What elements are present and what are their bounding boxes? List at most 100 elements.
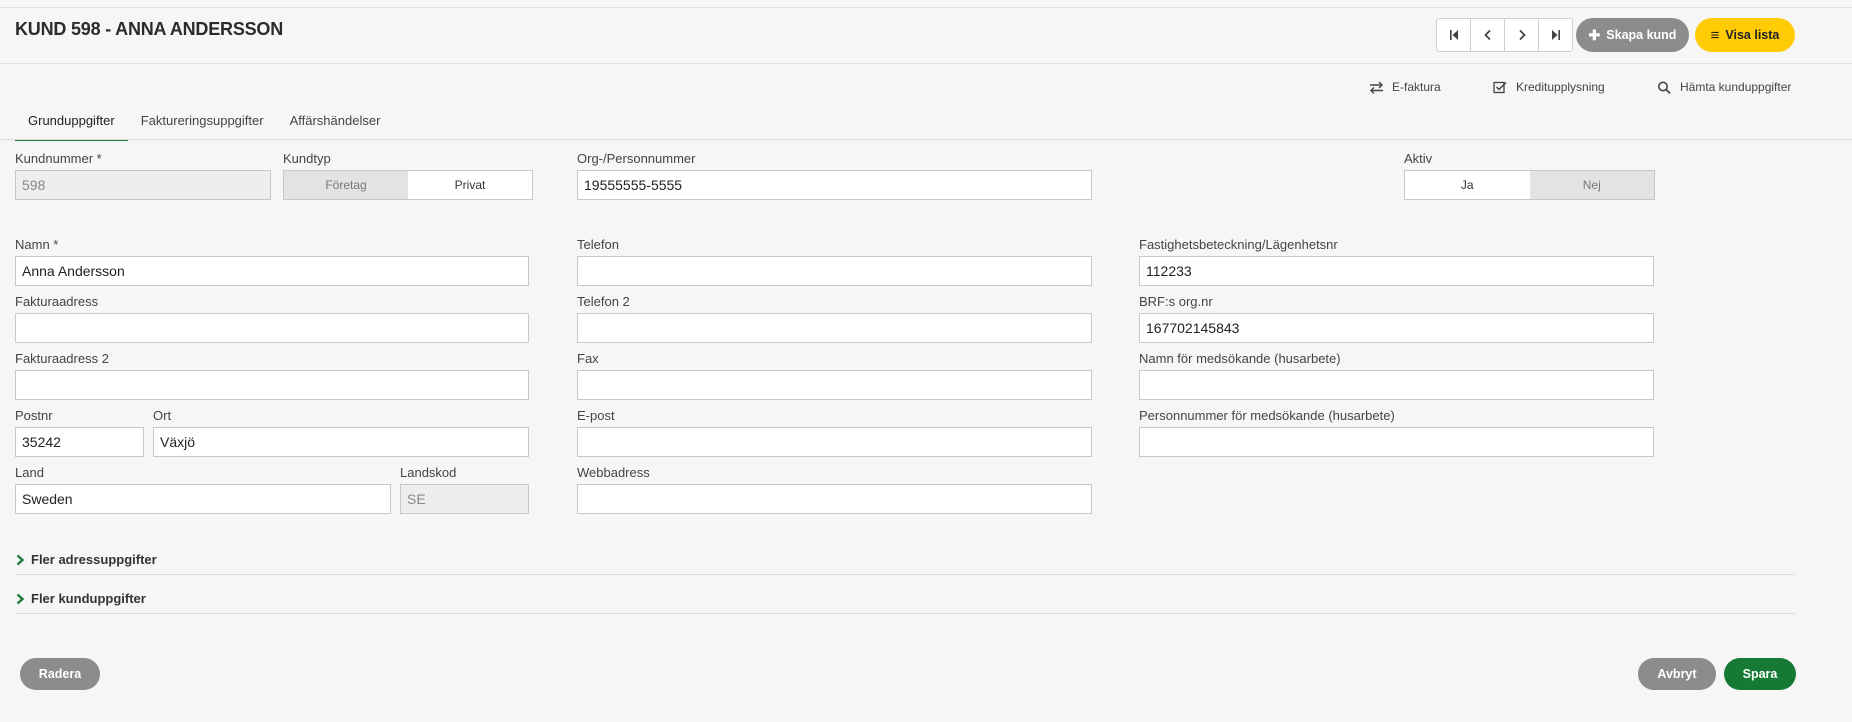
namn-label: Namn *: [15, 237, 59, 252]
more-customer-label: Fler kunduppgifter: [31, 591, 146, 606]
aktiv-group: Aktiv Ja Nej: [1404, 151, 1655, 200]
orgnr-group: Org-/Personnummer: [577, 151, 1092, 200]
brf-orgnr-group: BRF:s org.nr: [1139, 294, 1654, 343]
telefon-label: Telefon: [577, 237, 619, 252]
checkbox-icon: [1493, 81, 1507, 93]
webbadress-field[interactable]: [577, 484, 1092, 514]
fax-group: Fax: [577, 351, 1092, 400]
kundtyp-label: Kundtyp: [283, 151, 331, 166]
medsokande-namn-group: Namn för medsökande (husarbete): [1139, 351, 1654, 400]
telefon2-label: Telefon 2: [577, 294, 630, 309]
fastighet-field[interactable]: [1139, 256, 1654, 286]
postnr-label: Postnr: [15, 408, 53, 423]
kundtyp-toggle: Företag Privat: [283, 170, 533, 200]
more-customer-section[interactable]: Fler kunduppgifter: [15, 591, 1795, 614]
ort-group: Ort: [153, 408, 529, 457]
first-record-button[interactable]: [1437, 19, 1471, 51]
fax-label: Fax: [577, 351, 599, 366]
top-border: [0, 7, 1852, 8]
ort-label: Ort: [153, 408, 172, 423]
land-label: Land: [15, 465, 44, 480]
fakturaadress-field[interactable]: [15, 313, 529, 343]
aktiv-ja-option[interactable]: Ja: [1405, 171, 1530, 199]
more-address-label: Fler adressuppgifter: [31, 552, 157, 567]
skip-last-icon: [1551, 30, 1560, 40]
efaktura-action[interactable]: E-faktura: [1369, 80, 1441, 94]
epost-label: E-post: [577, 408, 615, 423]
fastighet-group: Fastighetsbeteckning/Lägenhetsnr: [1139, 237, 1654, 286]
webbadress-group: Webbadress: [577, 465, 1092, 514]
last-record-button[interactable]: [1539, 19, 1572, 51]
telefon-field[interactable]: [577, 256, 1092, 286]
skip-first-icon: [1449, 30, 1458, 40]
webbadress-label: Webbadress: [577, 465, 650, 480]
list-icon: ≡: [1710, 26, 1720, 44]
telefon2-field[interactable]: [577, 313, 1092, 343]
fakturaadress-label: Fakturaadress: [15, 294, 99, 309]
delete-button[interactable]: Radera: [20, 658, 100, 690]
telefon-group: Telefon: [577, 237, 1092, 286]
tab-grunduppgifter[interactable]: Grunduppgifter: [15, 108, 128, 141]
epost-group: E-post: [577, 408, 1092, 457]
next-record-button[interactable]: [1505, 19, 1539, 51]
show-list-button[interactable]: ≡ Visa lista: [1695, 18, 1795, 52]
page-title: KUND 598 - ANNA ANDERSSON: [15, 19, 284, 39]
medsokande-namn-label: Namn för medsökande (husarbete): [1139, 351, 1341, 366]
medsokande-pnr-group: Personnummer för medsökande (husarbete): [1139, 408, 1654, 457]
landskod-label: Landskod: [400, 465, 457, 480]
fakturaadress2-field[interactable]: [15, 370, 529, 400]
landskod-field[interactable]: [400, 484, 529, 514]
postnr-field[interactable]: [15, 427, 144, 457]
namn-field[interactable]: [15, 256, 529, 286]
aktiv-toggle: Ja Nej: [1404, 170, 1655, 200]
more-address-section[interactable]: Fler adressuppgifter: [15, 552, 1795, 575]
credit-check-action[interactable]: Kreditupplysning: [1493, 80, 1605, 94]
fax-field[interactable]: [577, 370, 1092, 400]
kundtyp-privat-option[interactable]: Privat: [408, 171, 532, 199]
brf-orgnr-label: BRF:s org.nr: [1139, 294, 1213, 309]
medsokande-pnr-label: Personnummer för medsökande (husarbete): [1139, 408, 1395, 423]
kundtyp-foretag-option[interactable]: Företag: [284, 171, 408, 199]
create-customer-button[interactable]: ✚ Skapa kund: [1576, 18, 1689, 52]
fetch-customer-action[interactable]: Hämta kunduppgifter: [1657, 80, 1791, 94]
epost-field[interactable]: [577, 427, 1092, 457]
kundnummer-field[interactable]: [15, 170, 271, 200]
fakturaadress2-label: Fakturaadress 2: [15, 351, 109, 366]
namn-group: Namn *: [15, 237, 529, 286]
fakturaadress2-group: Fakturaadress 2: [15, 351, 529, 400]
cancel-button[interactable]: Avbryt: [1638, 658, 1716, 690]
chevron-right-icon: [1518, 29, 1526, 41]
telefon2-group: Telefon 2: [577, 294, 1092, 343]
brf-orgnr-field[interactable]: [1139, 313, 1654, 343]
fakturaadress-group: Fakturaadress: [15, 294, 529, 343]
aktiv-label: Aktiv: [1404, 151, 1433, 166]
ort-field[interactable]: [153, 427, 529, 457]
land-group: Land: [15, 465, 391, 514]
efaktura-label: E-faktura: [1392, 80, 1441, 94]
save-button[interactable]: Spara: [1724, 658, 1796, 690]
previous-record-button[interactable]: [1471, 19, 1505, 51]
chevron-right-icon: [16, 554, 25, 566]
landskod-group: Landskod: [400, 465, 529, 514]
postnr-group: Postnr: [15, 408, 144, 457]
search-icon: [1658, 81, 1671, 94]
fastighet-label: Fastighetsbeteckning/Lägenhetsnr: [1139, 237, 1338, 252]
medsokande-pnr-field[interactable]: [1139, 427, 1654, 457]
fetch-customer-label: Hämta kunduppgifter: [1680, 80, 1792, 94]
aktiv-nej-option[interactable]: Nej: [1529, 171, 1654, 199]
kundnummer-group: Kundnummer *: [15, 151, 271, 200]
tab-faktureringsuppgifter[interactable]: Faktureringsuppgifter: [128, 108, 277, 141]
plus-icon: ✚: [1588, 27, 1601, 43]
swap-arrows-icon: [1370, 81, 1383, 94]
header-divider: [0, 63, 1852, 64]
medsokande-namn-field[interactable]: [1139, 370, 1654, 400]
kundnummer-label: Kundnummer *: [15, 151, 102, 166]
chevron-right-icon: [16, 593, 25, 605]
orgnr-field[interactable]: [577, 170, 1092, 200]
orgnr-label: Org-/Personnummer: [577, 151, 696, 166]
kundtyp-group: Kundtyp Företag Privat: [283, 151, 533, 200]
land-field[interactable]: [15, 484, 391, 514]
chevron-left-icon: [1483, 29, 1491, 41]
tab-affarshandelser[interactable]: Affärshändelser: [277, 108, 394, 141]
record-navigation: [1436, 18, 1573, 52]
